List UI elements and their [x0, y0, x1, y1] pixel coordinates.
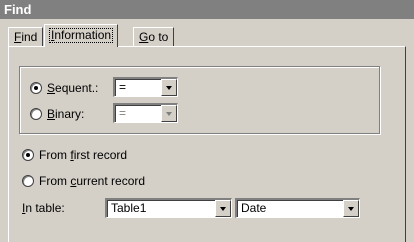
sequent-label: Sequent.:	[47, 81, 99, 95]
sequent-operator-value: =	[119, 80, 127, 94]
from-first-record-radio-button[interactable]	[22, 149, 34, 161]
chevron-down-icon[interactable]	[161, 79, 177, 96]
from-first-record-radio[interactable]: From first record	[22, 147, 127, 163]
find-dialog: Find Find Information Go to Sequent.: = …	[0, 0, 414, 242]
tab-goto-label: o to	[148, 30, 169, 44]
binary-operator-value: =	[119, 106, 127, 120]
binary-operator-select[interactable]: =	[113, 103, 178, 123]
title-bar: Find	[0, 0, 414, 19]
from-current-record-radio[interactable]: From current record	[22, 173, 145, 189]
tab-information[interactable]: Information	[44, 24, 119, 47]
from-first-record-label: From first record	[39, 148, 128, 162]
from-current-record-radio-button[interactable]	[22, 175, 34, 187]
chevron-down-icon[interactable]	[215, 200, 231, 217]
field-select-value: Date	[241, 201, 267, 215]
binary-label: Binary:	[47, 107, 85, 121]
chevron-down-icon[interactable]	[343, 200, 359, 217]
sequent-radio-button[interactable]	[30, 82, 42, 94]
tab-information-label: nformation	[54, 28, 112, 42]
in-table-label: In table:	[22, 201, 65, 215]
from-current-record-label: From current record	[39, 174, 146, 188]
sequent-radio[interactable]: Sequent.:	[30, 80, 98, 96]
table-select[interactable]: Table1	[105, 198, 232, 218]
binary-radio-button[interactable]	[30, 108, 42, 120]
binary-radio[interactable]: Binary:	[30, 106, 84, 122]
field-select[interactable]: Date	[235, 198, 360, 218]
tab-find[interactable]: Find	[8, 27, 44, 46]
sequent-operator-select[interactable]: =	[113, 77, 178, 97]
chevron-down-icon[interactable]	[161, 105, 177, 122]
tab-goto[interactable]: Go to	[133, 27, 175, 46]
search-method-group	[19, 66, 380, 134]
table-select-value: Table1	[111, 201, 147, 215]
window-title: Find	[4, 2, 32, 17]
tab-goto-key: G	[139, 30, 149, 44]
tab-find-label: ind	[21, 30, 38, 44]
